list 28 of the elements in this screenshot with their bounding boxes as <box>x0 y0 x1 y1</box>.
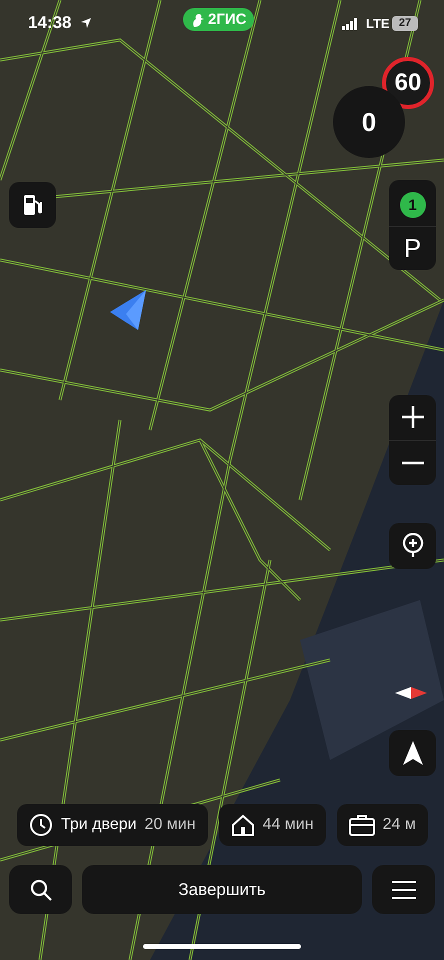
pin-plus-icon <box>400 533 424 559</box>
app-badge: 2ГИС <box>183 8 254 31</box>
add-place-button[interactable] <box>389 523 436 569</box>
network-label: LTE <box>366 16 390 31</box>
finish-button[interactable]: Завершить <box>82 865 362 914</box>
clock-icon <box>29 813 53 837</box>
compass-icon[interactable] <box>394 686 428 700</box>
battery-indicator: 27 <box>392 16 418 31</box>
menu-icon <box>390 880 416 898</box>
bird-icon <box>191 12 205 28</box>
plus-icon <box>400 405 424 430</box>
navigation-mode-button[interactable] <box>389 730 436 776</box>
fuel-button[interactable] <box>9 182 56 228</box>
home-route-chip[interactable]: 44 мин <box>218 804 326 846</box>
parking-button[interactable]: P <box>389 226 436 270</box>
menu-button[interactable] <box>372 865 435 914</box>
work-route-chip[interactable]: 24 м <box>336 804 428 846</box>
navigation-arrow-icon <box>402 740 424 766</box>
briefcase-icon <box>348 814 375 836</box>
parking-count-badge: 1 <box>400 192 426 218</box>
recent-destination-chip[interactable]: Три двери 20 мин <box>17 804 208 846</box>
signal-icon <box>342 18 358 30</box>
fuel-pump-icon <box>22 193 44 217</box>
minus-icon <box>400 460 424 465</box>
search-button[interactable] <box>9 865 72 914</box>
home-icon <box>230 813 255 837</box>
search-icon <box>28 878 52 902</box>
location-arrow-icon <box>80 17 92 29</box>
